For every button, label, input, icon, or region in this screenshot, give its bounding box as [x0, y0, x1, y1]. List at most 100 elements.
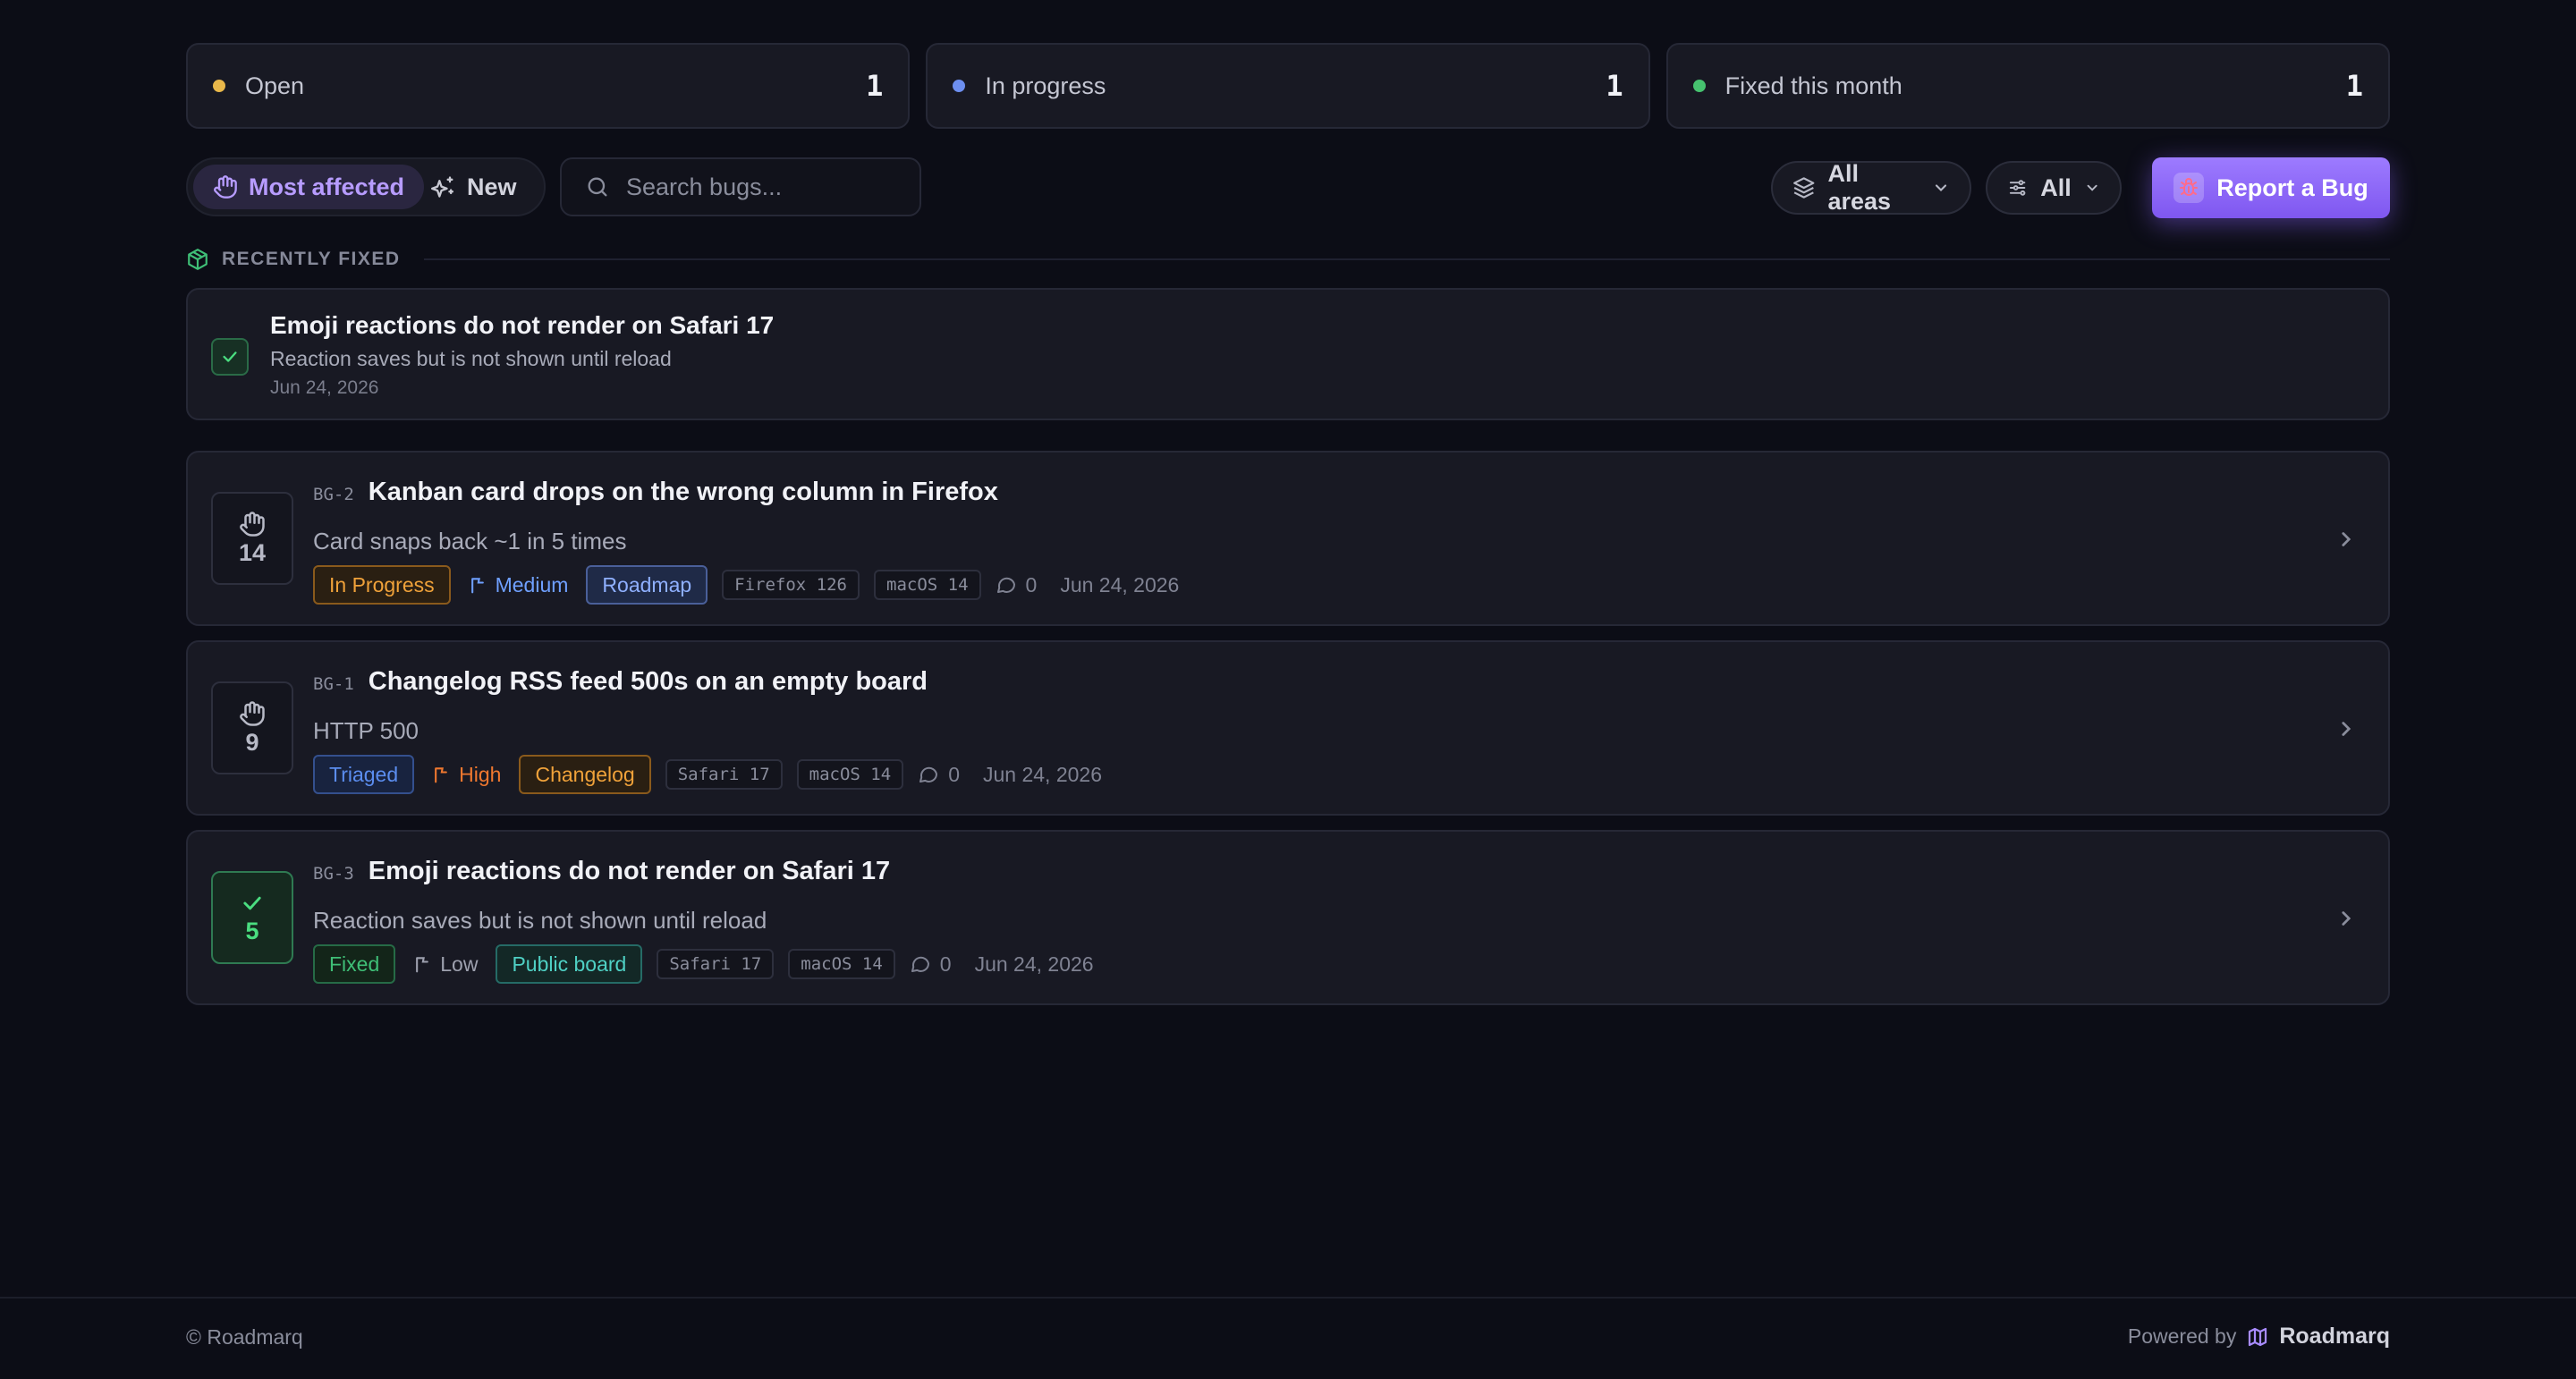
recently-fixed-card[interactable]: Emoji reactions do not render on Safari … [186, 288, 2390, 420]
stat-label: Open [245, 72, 305, 99]
priority-label: Medium [465, 573, 572, 597]
search-box [560, 157, 921, 216]
browser-chip: Safari 17 [657, 949, 775, 979]
bug-tags: Triaged High Changelog Safari 17 macOS 1… [313, 755, 1102, 794]
fixed-description: Reaction saves but is not shown until re… [270, 347, 672, 370]
sparkles-icon [431, 176, 454, 198]
areas-dropdown-label: All areas [1827, 160, 1892, 215]
flag-icon [470, 578, 484, 594]
bug-tags: In Progress Medium Roadmap Firefox 126 m… [313, 565, 1179, 605]
filter-dropdown[interactable]: All [1986, 161, 2122, 215]
powered-by[interactable]: Powered by Roadmarq [2128, 1324, 2390, 1349]
area-badge: Changelog [519, 755, 651, 794]
stat-label: In progress [985, 72, 1106, 99]
layers-icon [1793, 177, 1815, 199]
comment-icon [996, 577, 1015, 593]
bug-date: Jun 24, 2026 [974, 952, 1094, 976]
os-chip: macOS 14 [788, 949, 895, 979]
comment-count: 0 [1025, 572, 1038, 596]
sort-most-affected-button[interactable]: Most affected [193, 165, 425, 209]
areas-dropdown[interactable]: All areas [1771, 160, 1971, 215]
browser-chip: Safari 17 [665, 759, 783, 790]
bug-key: BG-3 [313, 864, 354, 884]
priority-label: High [428, 763, 504, 787]
bug-header: BG-1 Changelog RSS feed 500s on an empty… [313, 667, 928, 697]
status-dot-open [213, 80, 225, 92]
vote-button[interactable]: 14 [211, 492, 293, 585]
stat-count: 1 [1606, 69, 1623, 103]
toolbar: Most affected New All areas All Rep [186, 154, 2390, 220]
search-input[interactable] [626, 173, 912, 201]
status-badge: Fixed [313, 944, 396, 984]
report-bug-label: Report a Bug [2216, 173, 2368, 201]
sort-most-affected-label: Most affected [249, 173, 405, 200]
bug-description: HTTP 500 [313, 717, 419, 744]
bug-meta: 0 Jun 24, 2026 [910, 952, 1094, 977]
fixed-date: Jun 24, 2026 [270, 377, 379, 398]
bug-date: Jun 24, 2026 [1060, 572, 1180, 596]
footer: © Roadmarq Powered by Roadmarq [0, 1297, 2576, 1379]
bug-description: Card snaps back ~1 in 5 times [313, 528, 627, 554]
check-icon [243, 896, 261, 909]
vote-count: 14 [238, 538, 267, 566]
divider [423, 258, 2390, 260]
sort-toggle: Most affected New [186, 157, 546, 216]
chevron-down-icon [2087, 184, 2097, 191]
comment-icon [911, 956, 929, 972]
stat-open: Open 1 [186, 43, 911, 129]
bug-row[interactable]: 9 BG-1 Changelog RSS feed 500s on an emp… [186, 640, 2390, 816]
status-badge: Triaged [313, 755, 415, 794]
flag-icon [435, 767, 448, 783]
bug-meta: 0 Jun 24, 2026 [918, 763, 1102, 787]
bug-description: Reaction saves but is not shown until re… [313, 907, 767, 934]
chevron-right-icon [2342, 911, 2351, 926]
hand-icon [214, 175, 237, 199]
vote-button[interactable]: 9 [211, 681, 293, 774]
footer-copyright: © Roadmarq [186, 1325, 303, 1349]
package-icon [188, 249, 208, 270]
status-dot-in-progress [953, 80, 966, 92]
stat-label: Fixed this month [1724, 72, 1902, 99]
bug-title: Changelog RSS feed 500s on an empty boar… [368, 667, 928, 696]
bug-meta: 0 Jun 24, 2026 [996, 572, 1180, 597]
sliders-icon [2009, 180, 2026, 196]
area-badge: Roadmap [586, 565, 708, 605]
hand-icon [240, 700, 265, 726]
bug-row[interactable]: 5 BG-3 Emoji reactions do not render on … [186, 830, 2390, 1005]
section-title: RECENTLY FIXED [222, 249, 401, 269]
check-icon [223, 351, 237, 362]
area-badge: Public board [496, 944, 643, 984]
filter-dropdown-label: All [2040, 173, 2072, 201]
recently-fixed-header: RECENTLY FIXED [186, 245, 2390, 274]
chevron-right-icon [2342, 532, 2351, 546]
bug-key: BG-1 [313, 674, 354, 694]
bug-title: Emoji reactions do not render on Safari … [368, 857, 891, 885]
bug-row[interactable]: 14 BG-2 Kanban card drops on the wrong c… [186, 451, 2390, 626]
sort-new-label: New [467, 173, 517, 200]
vote-button[interactable]: 5 [211, 871, 293, 964]
footer-brand: Roadmarq [2279, 1324, 2390, 1349]
priority-text: Low [440, 952, 479, 976]
priority-text: High [459, 762, 502, 786]
hand-icon [240, 511, 265, 537]
priority-text: Medium [495, 572, 569, 596]
stat-in-progress: In progress 1 [926, 43, 1650, 129]
stat-count: 1 [2345, 69, 2363, 103]
bug-date: Jun 24, 2026 [982, 762, 1102, 786]
sort-new-button[interactable]: New [419, 165, 537, 209]
check-badge [211, 338, 249, 376]
bug-header: BG-3 Emoji reactions do not render on Sa… [313, 857, 890, 886]
stat-fixed: Fixed this month 1 [1665, 43, 2390, 129]
powered-by-label: Powered by [2127, 1324, 2237, 1348]
comment-count: 0 [948, 762, 960, 786]
search-icon [588, 177, 607, 197]
comment-icon [919, 766, 938, 783]
browser-chip: Firefox 126 [722, 570, 860, 600]
bug-key: BG-2 [313, 485, 354, 504]
chevron-down-icon [1935, 184, 1947, 191]
map-icon [2249, 1327, 2267, 1346]
report-bug-button[interactable]: Report a Bug [2152, 157, 2390, 218]
comment-count: 0 [939, 952, 952, 976]
status-dot-fixed [1692, 80, 1706, 92]
chevron-right-icon [2342, 722, 2351, 736]
